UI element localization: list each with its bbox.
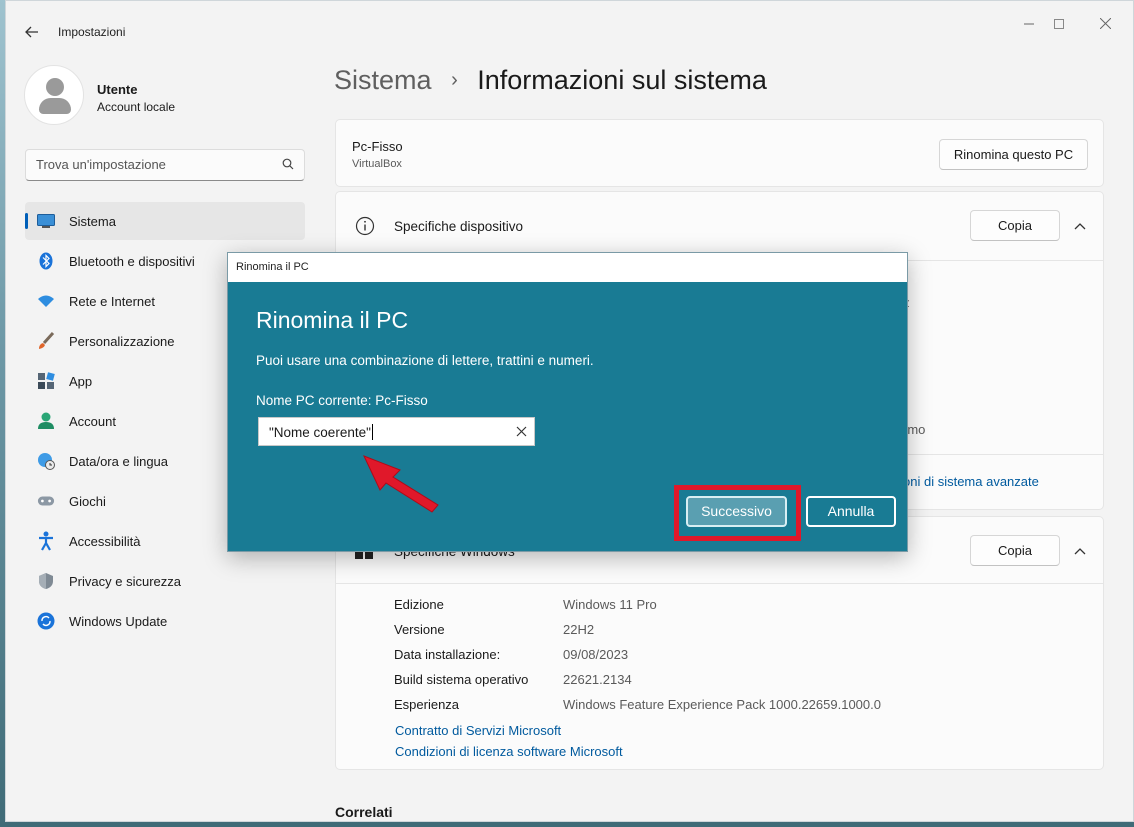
sidebar-item-label: Giochi	[69, 493, 106, 509]
related-heading: Correlati	[335, 804, 393, 820]
wifi-icon	[37, 292, 55, 310]
annotation-arrow-icon	[363, 455, 439, 513]
breadcrumb: Sistema › Informazioni sul sistema	[334, 65, 767, 96]
chevron-up-icon[interactable]	[1073, 544, 1087, 558]
spec-label: Build sistema operativo	[394, 672, 529, 687]
sidebar-item-label: Account	[69, 413, 116, 429]
bluetooth-icon	[37, 252, 55, 270]
spec-value: Windows Feature Experience Pack 1000.226…	[563, 697, 881, 712]
spec-value: Windows 11 Pro	[563, 597, 657, 612]
page-title: Informazioni sul sistema	[477, 65, 767, 95]
microsoft-license-terms-link[interactable]: Condizioni di licenza software Microsoft	[395, 744, 623, 759]
breadcrumb-parent[interactable]: Sistema	[334, 65, 432, 95]
dialog-description: Puoi usare una combinazione di lettere, …	[256, 353, 594, 368]
sidebar-item-label: Privacy e sicurezza	[69, 573, 181, 589]
avatar	[24, 65, 84, 125]
device-specs-title: Specifiche dispositivo	[394, 219, 524, 234]
chevron-up-icon[interactable]	[1073, 219, 1087, 233]
spec-value: 22H2	[563, 622, 595, 637]
maximize-icon	[1054, 19, 1064, 29]
search-input[interactable]: Trova un'impostazione	[25, 149, 305, 181]
back-button[interactable]	[20, 21, 44, 43]
account-icon	[37, 412, 55, 430]
pc-name-card: Pc-Fisso VirtualBox Rinomina questo PC	[335, 119, 1104, 187]
accessibility-icon	[37, 531, 55, 551]
close-icon	[1099, 17, 1111, 30]
sidebar-item-label: Data/ora e lingua	[69, 453, 169, 469]
cancel-button[interactable]: Annulla	[806, 496, 896, 527]
windows-specs-card: Specifiche Windows Copia Edizione Window…	[335, 516, 1104, 770]
spec-label: Edizione	[394, 597, 444, 612]
spec-label: Esperienza	[394, 697, 460, 712]
input-value: "Nome coerente"	[269, 425, 371, 440]
arrow-left-icon	[25, 26, 38, 38]
dialog-title-bar: Rinomina il PC	[228, 253, 907, 282]
app-title: Impostazioni	[58, 25, 126, 39]
brush-icon	[37, 332, 55, 350]
chevron-right-icon: ›	[451, 69, 458, 91]
advanced-settings-link[interactable]: oni di sistema avanzate	[903, 474, 1039, 489]
system-icon	[37, 212, 55, 230]
copy-windows-specs-button[interactable]: Copia	[970, 535, 1060, 566]
maximize-button[interactable]	[1036, 13, 1082, 35]
sidebar-item-label: Accessibilità	[69, 533, 141, 549]
rename-pc-button[interactable]: Rinomina questo PC	[939, 139, 1088, 170]
text-caret	[371, 424, 373, 440]
sidebar-item-windows-update[interactable]: Windows Update	[25, 602, 305, 640]
sidebar-item-privacy[interactable]: Privacy e sicurezza	[25, 562, 305, 600]
title-bar: Impostazioni	[6, 1, 1133, 57]
sidebar-item-label: App	[69, 373, 93, 389]
info-icon	[355, 216, 375, 236]
microsoft-services-agreement-link[interactable]: Contratto di Servizi Microsoft	[395, 723, 561, 738]
sidebar-item-label: Sistema	[69, 213, 116, 229]
spec-value: 09/08/2023	[563, 647, 629, 662]
rename-pc-dialog: Rinomina il PC Rinomina il PC Puoi usare…	[227, 252, 908, 552]
pc-name: Pc-Fisso	[352, 139, 403, 154]
apps-icon	[37, 372, 55, 390]
sidebar-item-sistema[interactable]: Sistema	[25, 202, 305, 240]
clear-input-icon[interactable]	[516, 426, 527, 437]
sidebar-item-label: Personalizzazione	[69, 333, 175, 349]
shield-icon	[37, 572, 55, 590]
sidebar-item-label: Windows Update	[69, 613, 168, 629]
spec-label: Data installazione:	[394, 647, 501, 662]
current-pc-name: Nome PC corrente: Pc-Fisso	[256, 393, 428, 408]
pc-model: VirtualBox	[352, 158, 402, 170]
spec-label: Versione	[394, 622, 445, 637]
profile-name: Utente	[97, 82, 138, 97]
spec-value: 22621.2134	[563, 672, 632, 687]
copy-device-specs-button[interactable]: Copia	[970, 210, 1060, 241]
new-pc-name-input[interactable]: "Nome coerente"	[258, 417, 535, 446]
user-profile[interactable]: Utente Account locale	[24, 65, 175, 125]
dialog-heading: Rinomina il PC	[256, 307, 409, 333]
search-icon	[282, 158, 294, 170]
profile-subtitle: Account locale	[97, 100, 176, 114]
close-button[interactable]	[1082, 13, 1128, 35]
sidebar-item-label: Bluetooth e dispositivi	[69, 253, 195, 269]
sidebar-item-label: Rete e Internet	[69, 293, 155, 309]
search-placeholder: Trova un'impostazione	[36, 157, 166, 172]
gamepad-icon	[37, 492, 55, 510]
globe-clock-icon	[37, 452, 55, 470]
update-icon	[37, 612, 55, 630]
minimize-icon	[1024, 23, 1034, 25]
next-button[interactable]: Successivo	[686, 496, 787, 527]
